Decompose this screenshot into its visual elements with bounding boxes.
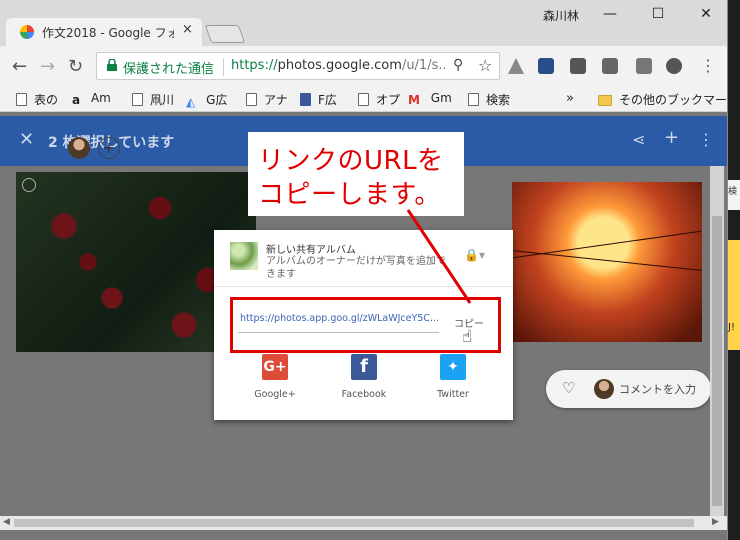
url-prefix: https:// (231, 58, 278, 73)
url-text[interactable]: https://photos.google.com/u/1/s... (231, 58, 445, 73)
extension-bookmark-icon[interactable] (538, 58, 554, 74)
bookmark-item[interactable]: M Gm (408, 91, 452, 107)
minimize-button[interactable]: — (600, 6, 620, 22)
share-target-label: Twitter (437, 389, 469, 400)
other-bookmarks[interactable]: その他のブックマーク (598, 91, 727, 108)
lock-dropdown-icon[interactable]: 🔒▾ (464, 248, 485, 262)
bookmarks-bar: 表の a Am 凧川 ◭ G広 アナ F広 オプ M Gm 検索 » その他のブ… (0, 86, 727, 112)
reload-button[interactable]: ↻ (68, 56, 83, 77)
address-bar[interactable]: 保護された通信 https://photos.google.com/u/1/s.… (96, 52, 500, 80)
page-icon (132, 93, 143, 106)
page-icon (16, 93, 27, 106)
share-facebook[interactable]: f Facebook (329, 354, 399, 400)
close-window-button[interactable]: ✕ (696, 6, 716, 22)
share-icon[interactable]: ⋖ (632, 130, 645, 149)
comment-box[interactable]: ♡ コメントを入力 (546, 370, 711, 408)
bookmark-item[interactable]: F広 (300, 91, 337, 108)
bookmark-item[interactable]: オプ (358, 91, 400, 108)
google-plus-icon: G+ (262, 354, 288, 380)
photo-sunset[interactable] (512, 182, 702, 342)
new-tab-button[interactable] (204, 25, 246, 43)
gmail-icon: M (408, 93, 420, 107)
callout-line-2: コピーします。 (258, 180, 441, 210)
forward-button[interactable]: → (40, 56, 55, 77)
share-target-label: Google+ (254, 389, 296, 400)
url-host: photos.google.com (277, 58, 402, 73)
folder-icon (598, 95, 612, 106)
chrome-menu-icon[interactable]: ⋮ (700, 56, 716, 75)
more-options-icon[interactable]: ⋮ (698, 130, 714, 149)
extension-chart-icon[interactable] (570, 58, 586, 74)
scroll-right-icon[interactable]: ▶ (712, 517, 719, 527)
facebook-ads-icon (300, 93, 311, 106)
secure-label: 保護された通信 (123, 62, 215, 77)
page-icon (358, 93, 369, 106)
profile-name[interactable]: 森川林 (543, 7, 579, 24)
omnibox-separator (223, 58, 224, 76)
google-photos-icon (20, 25, 34, 39)
add-people-button[interactable]: + (98, 137, 120, 159)
facebook-icon: f (351, 354, 377, 380)
divider (214, 286, 513, 287)
maximize-button[interactable]: ☐ (648, 6, 668, 22)
select-checkbox[interactable] (22, 178, 36, 192)
lock-icon (107, 59, 117, 71)
toolbar: ← → ↻ 保護された通信 https://photos.google.com/… (0, 46, 727, 86)
share-target-label: Facebook (341, 389, 387, 400)
bookmarks-more-icon[interactable]: » (566, 91, 574, 106)
title-bar: 作文2018 - Google フォト × 森川林 — ☐ ✕ (0, 0, 727, 46)
bookmark-item[interactable]: a Am (72, 91, 111, 107)
power-line (512, 250, 702, 271)
page-icon (468, 93, 479, 106)
callout-line-1: リンクのURLを (258, 146, 444, 176)
heart-icon[interactable]: ♡ (562, 379, 575, 397)
background-window-text: 検 (728, 187, 738, 197)
bookmark-item[interactable]: アナ (246, 91, 288, 108)
bookmark-item[interactable]: 検索 (468, 91, 510, 108)
tab-close-icon[interactable]: × (182, 22, 193, 37)
highlight-box (230, 297, 501, 353)
background-window-image (728, 240, 740, 350)
bookmark-item[interactable]: 凧川 (132, 91, 174, 108)
extension-forward-icon[interactable] (666, 58, 682, 74)
avatar (594, 379, 614, 399)
album-description: アルバムのオーナーだけが写真を追加できます (266, 256, 446, 280)
scrollbar-thumb[interactable] (14, 519, 694, 527)
scroll-left-icon[interactable]: ◀ (3, 517, 10, 527)
album-thumbnail (230, 242, 258, 270)
annotation-callout: リンクのURLを コピーします。 (248, 132, 464, 216)
scrollbar-thumb[interactable] (712, 216, 722, 506)
background-window-text: J! (728, 322, 735, 333)
vertical-scrollbar[interactable] (710, 166, 724, 516)
tab-google-photos[interactable]: 作文2018 - Google フォト × (6, 18, 202, 46)
extension-drive-icon[interactable] (508, 58, 524, 74)
background-window: 検 J! (728, 0, 740, 540)
add-icon[interactable]: + (664, 127, 679, 148)
zoom-icon[interactable]: ⚲ (453, 57, 463, 73)
google-ads-icon: ◭ (186, 95, 196, 109)
url-rest: /u/1/s... (401, 58, 445, 73)
horizontal-scrollbar[interactable]: ◀ ▶ (0, 516, 727, 530)
tab-title: 作文2018 - Google フォト (42, 26, 174, 40)
extension-badge-icon[interactable] (602, 58, 618, 74)
back-button[interactable]: ← (12, 56, 27, 77)
page-icon (246, 93, 257, 106)
bookmark-item[interactable]: 表の (16, 91, 58, 108)
amazon-icon: a (72, 93, 81, 107)
comment-placeholder: コメントを入力 (619, 383, 696, 396)
bookmark-item[interactable]: ◭ G広 (186, 91, 227, 109)
twitter-icon: ✦ (440, 354, 466, 380)
extension-code-icon[interactable] (636, 58, 652, 74)
avatar[interactable] (68, 137, 90, 159)
share-twitter[interactable]: ✦ Twitter (418, 354, 488, 400)
close-selection-icon[interactable]: ✕ (19, 129, 34, 150)
bookmark-star-icon[interactable]: ☆ (478, 56, 492, 75)
browser-window: 作文2018 - Google フォト × 森川林 — ☐ ✕ ← → ↻ 保護… (0, 0, 728, 540)
share-google-plus[interactable]: G+ Google+ (240, 354, 310, 400)
album-title: 新しい共有アルバム (266, 245, 356, 256)
